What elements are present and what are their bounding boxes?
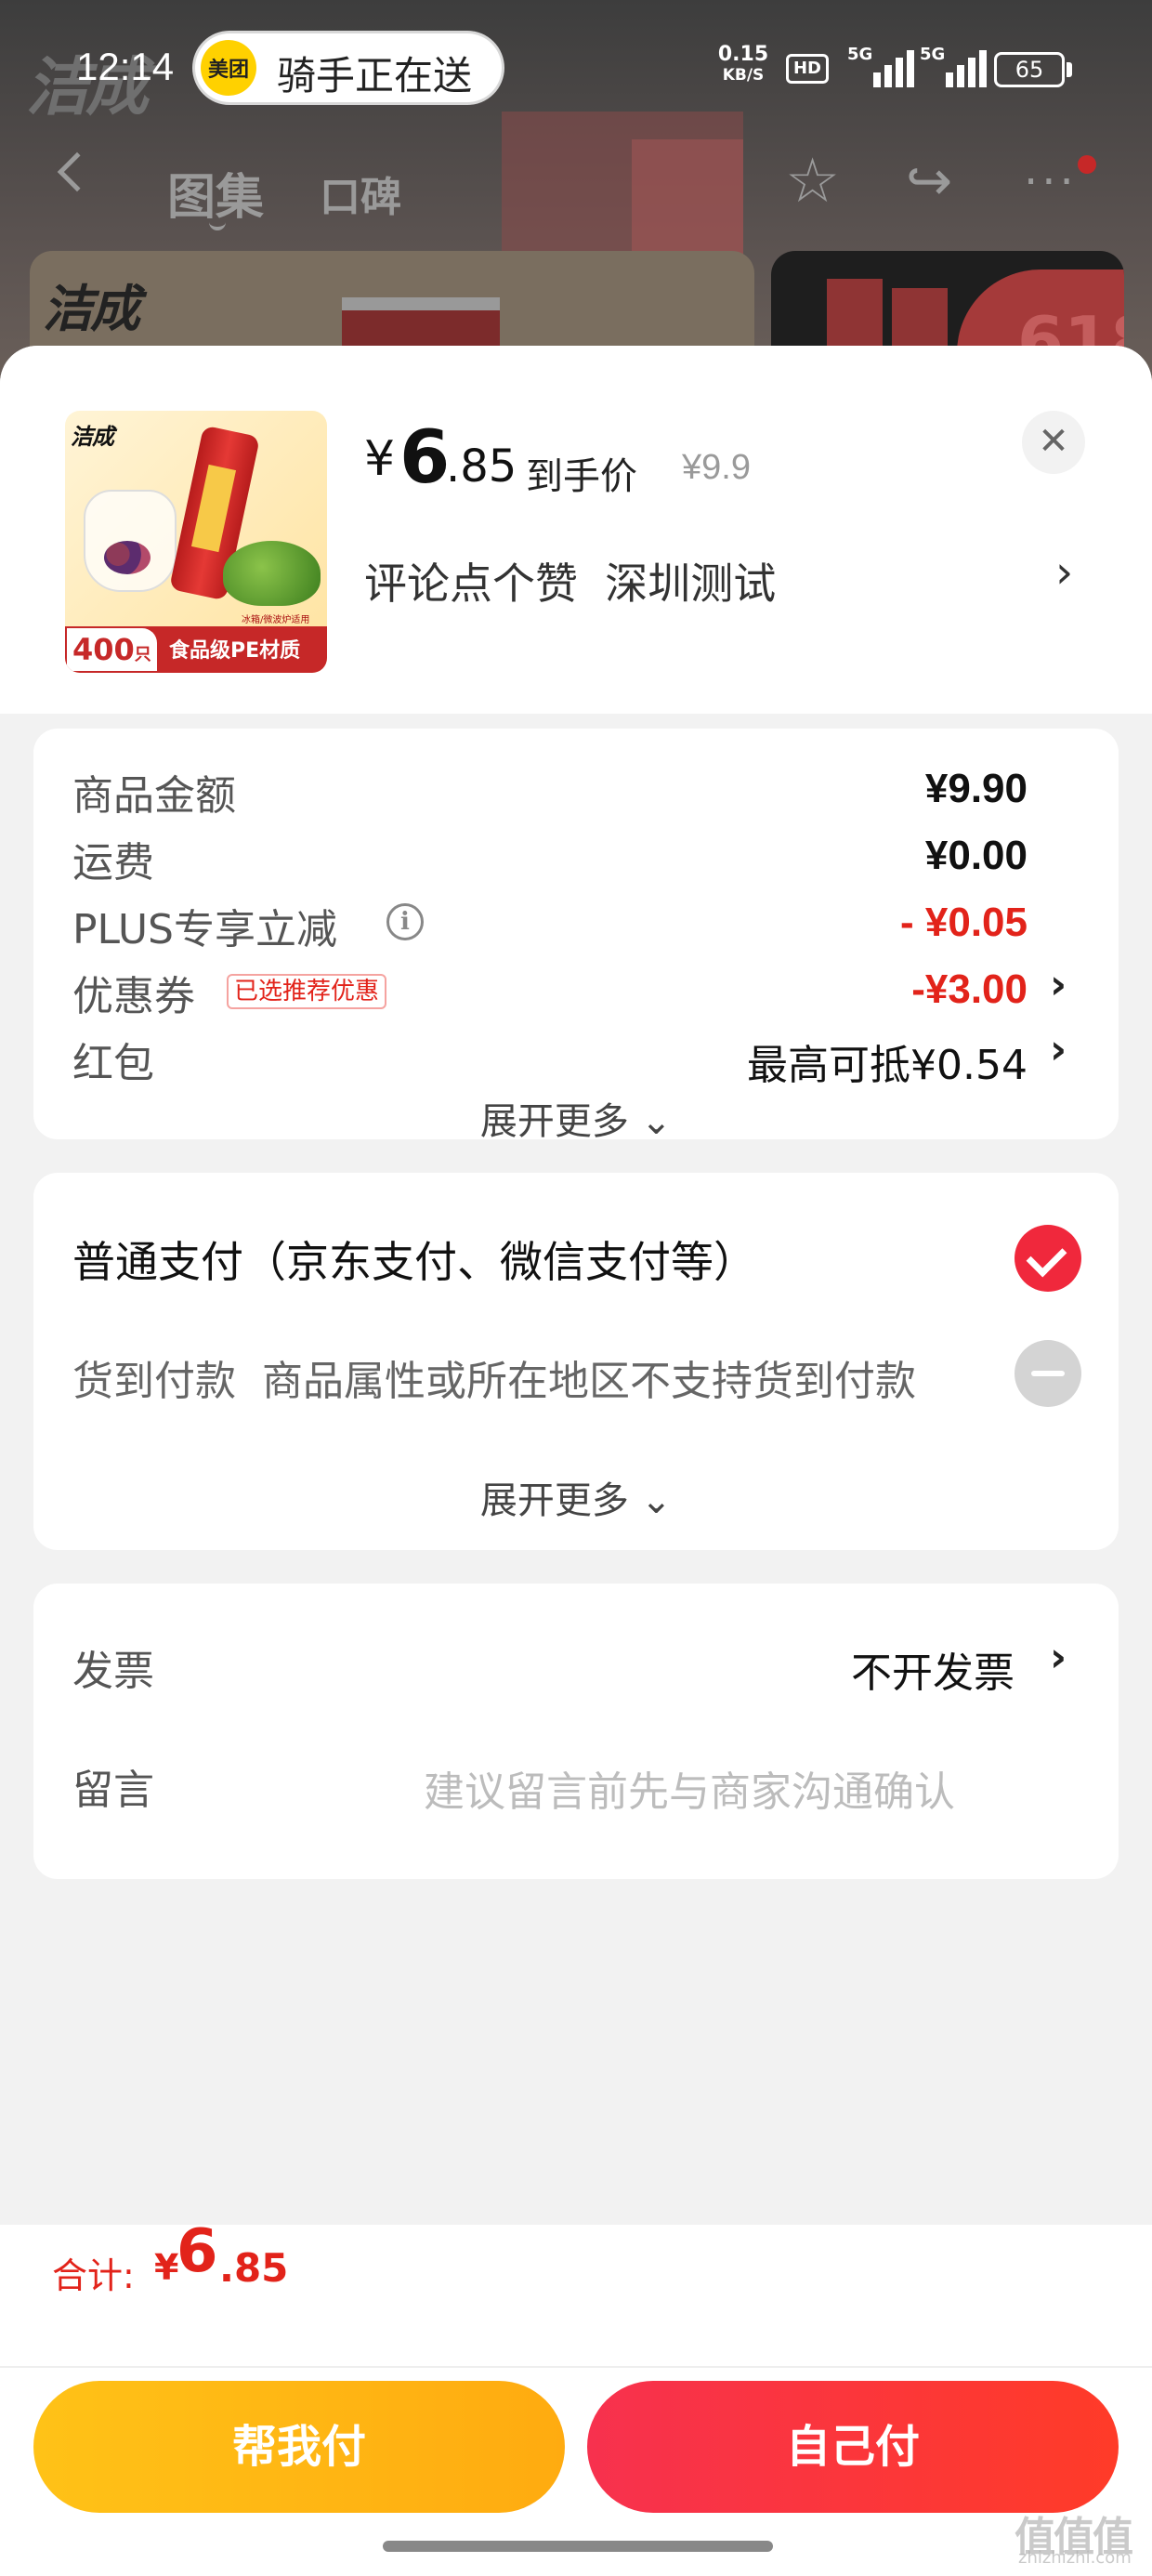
price-integer: 6	[399, 416, 451, 500]
network-speed-value: 0.15	[717, 43, 769, 66]
network-speed: 0.15 KB/S	[715, 45, 771, 85]
battery-icon: 65	[994, 52, 1065, 87]
row-label-shipping: 运费	[72, 839, 154, 887]
watermark-url: zhizhizhi.com	[1018, 2548, 1132, 2568]
thumbnail-count-unit: 只	[134, 645, 151, 664]
payment-card: 普通支付（京东支付、微信支付等） 货到付款 商品属性或所在地区不支持货到付款 展…	[33, 1173, 1119, 1550]
row-value-redpacket[interactable]: 最高可抵¥0.54	[747, 1032, 1028, 1091]
payment-option-normal[interactable]: 普通支付（京东支付、微信支付等）	[72, 1229, 756, 1290]
meituan-logo-icon: 美团	[201, 40, 256, 96]
battery-cap	[1067, 62, 1072, 77]
thumbnail-count: 400只	[67, 628, 157, 671]
chevron-down-icon: ⌄	[640, 1479, 673, 1522]
close-button[interactable]: ✕	[1022, 411, 1085, 474]
row-value-goods: ¥9.90	[924, 766, 1028, 811]
product-spec-summary[interactable]: 评论点个赞 深圳测试	[364, 550, 776, 611]
fees-card: 商品金额 ¥9.90 运费 ¥0.00 PLUS专享立减 i - ¥0.05 优…	[33, 729, 1119, 1143]
payment-option-cod: 货到付款 商品属性或所在地区不支持货到付款	[72, 1358, 916, 1405]
product-header: 洁成 冰箱/微波炉适用 400只 食品级PE材质 ¥ 6 .85 到手价 ¥9.…	[0, 346, 1152, 714]
chevron-right-icon[interactable]: ›	[1055, 546, 1073, 598]
network-speed-unit: KB/S	[722, 66, 765, 85]
share-icon[interactable]: ↪	[906, 153, 952, 209]
status-bar: 12:14 美团 骑手正在送 0.15 KB/S HD 5G 5G 65	[0, 0, 1152, 139]
total-currency: ¥	[154, 2247, 179, 2288]
chevron-right-icon[interactable]: ›	[1050, 961, 1067, 1008]
watermark: 值值值 zhizhizhi.com	[1015, 2504, 1152, 2576]
price-decimal: .85	[446, 440, 517, 493]
thumbnail-note: 冰箱/微波炉适用	[242, 615, 310, 625]
disabled-icon	[1015, 1340, 1081, 1407]
signal-1-label: 5G	[847, 45, 873, 64]
row-value-plus: - ¥0.05	[900, 900, 1028, 945]
chevron-right-icon[interactable]: ›	[1050, 1634, 1067, 1681]
close-icon: ✕	[1038, 420, 1069, 463]
signal-icon-1: 5G	[847, 45, 914, 87]
back-icon[interactable]	[57, 151, 98, 192]
total-decimal: .85	[219, 2245, 289, 2291]
background-product-logo: 洁成	[43, 280, 140, 338]
checked-icon[interactable]	[1015, 1225, 1081, 1292]
price-currency: ¥	[364, 431, 396, 487]
home-indicator[interactable]	[383, 2541, 773, 2552]
chevron-right-icon[interactable]: ›	[1050, 1026, 1067, 1073]
hd-voice-icon: HD	[786, 54, 829, 84]
original-price: ¥9.9	[682, 448, 751, 487]
status-time: 12:14	[76, 45, 175, 88]
total-integer: 6	[177, 2217, 218, 2286]
row-label-plus: PLUS专享立减	[72, 906, 337, 953]
tab-active-indicator	[209, 221, 226, 230]
payment-expand-more[interactable]: 展开更多 ⌄	[33, 1470, 1119, 1524]
row-label-redpacket[interactable]: 红包	[72, 1030, 154, 1089]
pay-myself-button[interactable]: 自己付	[587, 2381, 1119, 2513]
more-options-icon[interactable]: ···	[1024, 156, 1078, 208]
payment-expand-label: 展开更多	[479, 1479, 629, 1522]
total-label: 合计:	[52, 2255, 135, 2296]
signal-2-label: 5G	[920, 45, 946, 64]
help-me-pay-button[interactable]: 帮我付	[33, 2381, 565, 2513]
coupon-tag: 已选推荐优惠	[227, 974, 387, 1009]
note-label: 留言	[72, 1767, 154, 1814]
fees-expand-label: 展开更多	[479, 1100, 629, 1143]
row-label-coupon[interactable]: 优惠券	[72, 963, 195, 1022]
invoice-note-card: 发票 不开发票 › 留言 建议留言前先与商家沟通确认	[33, 1584, 1119, 1879]
final-price-label: 到手价	[526, 455, 637, 498]
thumbnail-brand-logo: 洁成	[71, 424, 114, 450]
thumbnail-vegetables	[223, 541, 321, 606]
signal-icon-2: 5G	[920, 45, 987, 87]
thumbnail-count-value: 400	[72, 632, 135, 667]
row-label-goods: 商品金额	[72, 772, 236, 820]
notification-dot	[1078, 155, 1096, 174]
row-value-shipping: ¥0.00	[924, 833, 1028, 878]
row-value-coupon[interactable]: -¥3.00	[911, 966, 1028, 1013]
live-activity-text: 骑手正在送	[277, 53, 473, 99]
tab-reviews[interactable]: 口碑	[320, 164, 401, 223]
tab-gallery[interactable]: 图集	[167, 158, 264, 228]
thumbnail-material: 食品级PE材质	[169, 639, 301, 663]
fees-expand-more[interactable]: 展开更多 ⌄	[33, 1091, 1119, 1145]
thumbnail-berries	[104, 541, 151, 574]
chevron-down-icon: ⌄	[640, 1100, 673, 1143]
product-thumbnail[interactable]: 洁成 冰箱/微波炉适用 400只 食品级PE材质	[65, 411, 327, 673]
divider	[0, 2366, 1152, 2368]
favorite-star-icon[interactable]: ☆	[785, 151, 840, 212]
invoice-label[interactable]: 发票	[72, 1637, 154, 1697]
note-input[interactable]: 建议留言前先与商家沟通确认	[424, 1758, 955, 1818]
info-icon[interactable]: i	[386, 903, 424, 940]
invoice-value[interactable]: 不开发票	[851, 1639, 1015, 1699]
